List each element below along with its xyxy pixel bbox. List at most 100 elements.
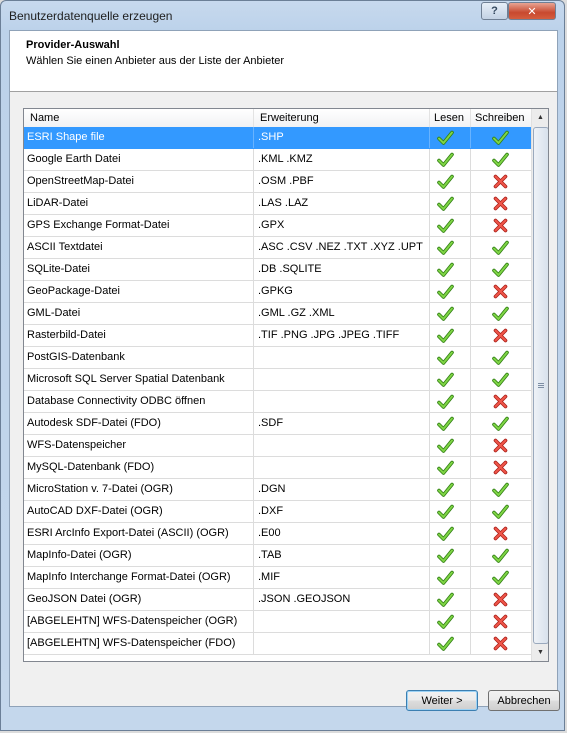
table-row[interactable]: Autodesk SDF-Datei (FDO) .SDF bbox=[24, 413, 531, 435]
page-title: Provider-Auswahl bbox=[26, 39, 120, 51]
grid-line bbox=[253, 193, 254, 214]
read-check-icon bbox=[437, 613, 454, 630]
grid-line bbox=[429, 193, 430, 214]
grid-line bbox=[429, 611, 430, 632]
grid-line bbox=[253, 281, 254, 302]
grid-line bbox=[429, 149, 430, 170]
write-check-icon bbox=[492, 261, 509, 278]
column-divider[interactable] bbox=[470, 109, 471, 127]
grid-line bbox=[253, 567, 254, 588]
provider-name: Autodesk SDF-Datei (FDO) bbox=[27, 417, 161, 429]
table-row[interactable]: MapInfo Interchange Format-Datei (OGR) .M… bbox=[24, 567, 531, 589]
table-row[interactable]: Google Earth Datei .KML .KMZ bbox=[24, 149, 531, 171]
vertical-scrollbar[interactable]: ▲ ▼ bbox=[531, 109, 548, 661]
provider-extension: .DGN bbox=[258, 483, 286, 495]
column-read[interactable]: Lesen bbox=[434, 112, 464, 124]
provider-extension: .DB .SQLITE bbox=[258, 263, 322, 275]
title-bar[interactable]: Benutzerdatenquelle erzeugen ? ✕ bbox=[1, 1, 564, 31]
read-check-icon bbox=[437, 283, 454, 300]
table-row[interactable]: MapInfo-Datei (OGR) .TAB bbox=[24, 545, 531, 567]
write-cross-icon bbox=[492, 393, 509, 410]
next-button[interactable]: Weiter > bbox=[406, 690, 478, 711]
grid-line bbox=[470, 501, 471, 522]
provider-extension: .KML .KMZ bbox=[258, 153, 313, 165]
provider-extension bbox=[258, 633, 428, 654]
provider-extension: .TIF .PNG .JPG .JPEG .TIFF bbox=[258, 329, 400, 341]
provider-extension: .GPKG bbox=[258, 285, 293, 297]
scrollbar-thumb[interactable] bbox=[533, 127, 548, 644]
grid-line bbox=[470, 281, 471, 302]
table-row[interactable]: Database Connectivity ODBC öffnen bbox=[24, 391, 531, 413]
provider-extension: .SDF bbox=[258, 417, 284, 429]
table-row[interactable]: Rasterbild-Datei .TIF .PNG .JPG .JPEG .TI… bbox=[24, 325, 531, 347]
grid-line bbox=[470, 171, 471, 192]
table-row[interactable]: PostGIS-Datenbank bbox=[24, 347, 531, 369]
read-check-icon bbox=[437, 503, 454, 520]
scroll-up-arrow-icon[interactable]: ▲ bbox=[533, 109, 548, 126]
grid-line bbox=[429, 413, 430, 434]
grid-line bbox=[470, 391, 471, 412]
grid-line bbox=[470, 303, 471, 324]
column-write[interactable]: Schreiben bbox=[475, 112, 525, 124]
read-check-icon bbox=[437, 393, 454, 410]
table-row[interactable]: GPS Exchange Format-Datei .GPX bbox=[24, 215, 531, 237]
provider-name: ESRI ArcInfo Export-Datei (ASCII) (OGR) bbox=[27, 527, 229, 539]
write-check-icon bbox=[492, 481, 509, 498]
table-row[interactable]: AutoCAD DXF-Datei (OGR) .DXF bbox=[24, 501, 531, 523]
scroll-down-arrow-icon[interactable]: ▼ bbox=[533, 644, 548, 661]
help-button[interactable]: ? bbox=[481, 2, 508, 20]
provider-extension: .OSM .PBF bbox=[258, 175, 314, 187]
provider-extension: .GPX bbox=[258, 219, 285, 231]
column-divider[interactable] bbox=[253, 109, 254, 127]
write-cross-icon bbox=[492, 173, 509, 190]
grid-line bbox=[253, 347, 254, 368]
cancel-button[interactable]: Abbrechen bbox=[488, 690, 560, 711]
table-row[interactable]: Microsoft SQL Server Spatial Datenbank bbox=[24, 369, 531, 391]
grid-line bbox=[470, 259, 471, 280]
table-row[interactable]: [ABGELEHTN] WFS-Datenspeicher (FDO) bbox=[24, 633, 531, 655]
write-check-icon bbox=[492, 305, 509, 322]
table-row[interactable]: MySQL-Datenbank (FDO) bbox=[24, 457, 531, 479]
grid-line bbox=[253, 611, 254, 632]
grid-line bbox=[253, 369, 254, 390]
write-cross-icon bbox=[492, 283, 509, 300]
column-name[interactable]: Name bbox=[30, 112, 59, 124]
read-check-icon bbox=[437, 437, 454, 454]
grid-line bbox=[470, 215, 471, 236]
provider-name: MapInfo-Datei (OGR) bbox=[27, 549, 132, 561]
table-row[interactable]: MicroStation v. 7-Datei (OGR) .DGN bbox=[24, 479, 531, 501]
provider-name: Rasterbild-Datei bbox=[27, 329, 106, 341]
read-check-icon bbox=[437, 239, 454, 256]
table-row[interactable]: LiDAR-Datei .LAS .LAZ bbox=[24, 193, 531, 215]
grid-line bbox=[253, 325, 254, 346]
table-row[interactable]: WFS-Datenspeicher bbox=[24, 435, 531, 457]
grid-line bbox=[253, 391, 254, 412]
table-row[interactable]: GML-Datei .GML .GZ .XML bbox=[24, 303, 531, 325]
grid-line bbox=[429, 303, 430, 324]
table-row[interactable]: SQLite-Datei .DB .SQLITE bbox=[24, 259, 531, 281]
grid-line bbox=[429, 523, 430, 544]
table-row[interactable]: GeoPackage-Datei .GPKG bbox=[24, 281, 531, 303]
grid-line bbox=[429, 567, 430, 588]
table-row[interactable]: ESRI Shape file .SHP bbox=[24, 127, 531, 149]
grid-line bbox=[429, 369, 430, 390]
table-row[interactable]: ASCII Textdatei .ASC .CSV .NEZ .TXT .XYZ … bbox=[24, 237, 531, 259]
grid-line bbox=[253, 435, 254, 456]
table-row[interactable]: ESRI ArcInfo Export-Datei (ASCII) (OGR).… bbox=[24, 523, 531, 545]
write-check-icon bbox=[492, 547, 509, 564]
column-extension[interactable]: Erweiterung bbox=[260, 112, 319, 124]
window-title: Benutzerdatenquelle erzeugen bbox=[9, 9, 173, 23]
table-row[interactable]: [ABGELEHTN] WFS-Datenspeicher (OGR) bbox=[24, 611, 531, 633]
read-check-icon bbox=[437, 415, 454, 432]
table-row[interactable]: OpenStreetMap-Datei .OSM .PBF bbox=[24, 171, 531, 193]
provider-extension: .JSON .GEOJSON bbox=[258, 593, 351, 605]
close-button[interactable]: ✕ bbox=[508, 2, 556, 20]
wizard-header: Provider-Auswahl Wählen Sie einen Anbiet… bbox=[10, 31, 557, 92]
provider-list[interactable]: Name Erweiterung Lesen Schreiben ESRI Sh… bbox=[23, 108, 549, 662]
grid-line bbox=[253, 149, 254, 170]
table-row[interactable]: GeoJSON Datei (OGR) .JSON .GEOJSON bbox=[24, 589, 531, 611]
write-check-icon bbox=[492, 129, 509, 146]
read-check-icon bbox=[437, 327, 454, 344]
provider-extension: .LAS .LAZ bbox=[258, 197, 309, 209]
column-divider[interactable] bbox=[429, 109, 430, 127]
